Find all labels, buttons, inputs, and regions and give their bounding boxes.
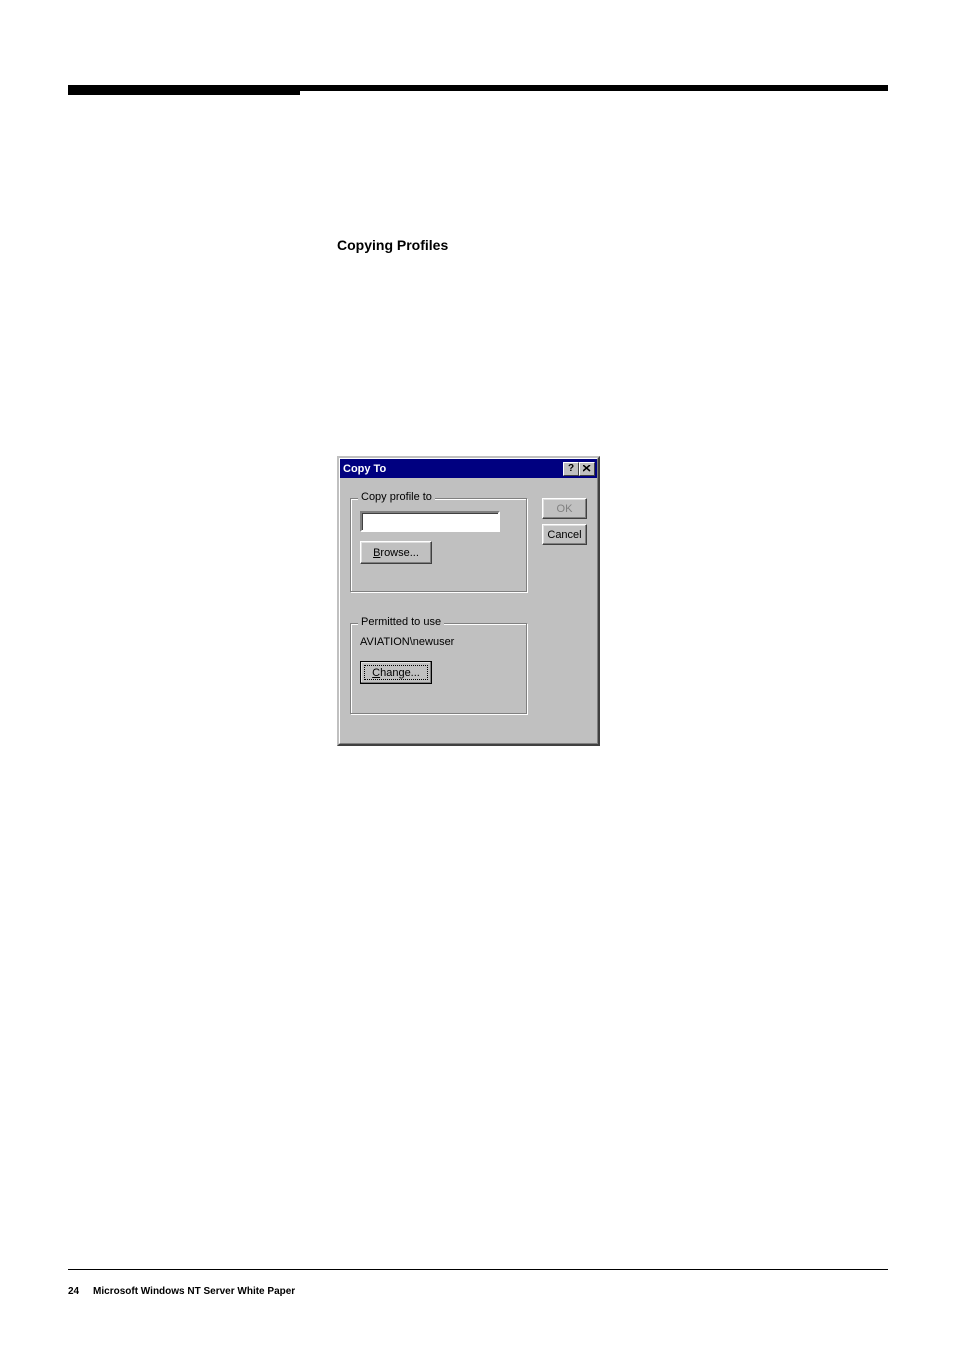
copy-profile-group: Copy profile to Browse...	[350, 498, 528, 593]
cancel-button[interactable]: Cancel	[542, 524, 587, 545]
page-footer: 24 Microsoft Windows NT Server White Pap…	[68, 1286, 295, 1297]
close-icon[interactable]	[579, 462, 595, 476]
ok-button[interactable]: OK	[542, 498, 587, 519]
page-bottom-rule	[68, 1269, 888, 1270]
section-heading: Copying Profiles	[337, 237, 448, 253]
help-icon[interactable]: ?	[563, 462, 579, 476]
browse-button[interactable]: Browse...	[360, 541, 432, 564]
permitted-group: Permitted to use AVIATION\newuser Change…	[350, 623, 528, 715]
permitted-user: AVIATION\newuser	[360, 636, 454, 648]
dialog-titlebar: Copy To ?	[340, 459, 597, 478]
copy-profile-legend: Copy profile to	[358, 491, 435, 503]
footer-title: Microsoft Windows NT Server White Paper	[93, 1286, 295, 1297]
copy-profile-path-input[interactable]	[360, 511, 500, 532]
copy-to-dialog: Copy To ? Copy profile to Browse...	[337, 456, 600, 746]
permitted-legend: Permitted to use	[358, 616, 444, 628]
page-top-rule-thin	[300, 90, 888, 91]
page-number: 24	[68, 1286, 79, 1297]
change-button[interactable]: Change...	[360, 661, 432, 684]
dialog-title: Copy To	[343, 463, 561, 475]
